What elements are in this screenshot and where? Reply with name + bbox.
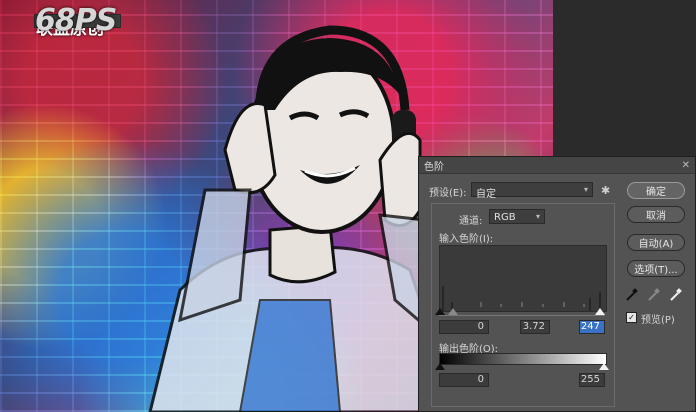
input-black-field[interactable]: 0 <box>439 320 489 334</box>
histogram-ticks <box>480 302 585 307</box>
gray-eyedropper-icon[interactable] <box>646 288 660 302</box>
input-white-field[interactable]: 247 <box>579 320 605 334</box>
input-gamma-slider[interactable] <box>448 308 458 315</box>
input-slider-track <box>439 315 605 316</box>
output-white-slider[interactable] <box>599 363 609 370</box>
white-eyedropper-icon[interactable] <box>668 288 682 302</box>
watermark-number: 68PS <box>34 6 122 36</box>
output-white-field[interactable]: 255 <box>579 373 605 387</box>
input-levels-label: 输入色阶(I): <box>439 234 494 245</box>
watermark-logo: 68PS 联盟原创 <box>34 6 122 39</box>
ok-button[interactable]: 确定 <box>627 182 685 199</box>
channel-label: 通道: <box>459 216 483 227</box>
preset-value: 自定 <box>476 189 496 200</box>
input-gamma-field[interactable]: 3.72 <box>520 320 550 334</box>
dialog-title: 色阶 <box>424 161 444 173</box>
input-white-slider[interactable] <box>595 308 605 315</box>
dialog-titlebar[interactable]: 色阶 ✕ <box>419 157 695 174</box>
output-gradient-bar <box>439 353 607 365</box>
input-black-slider[interactable] <box>435 308 445 315</box>
levels-dialog: 色阶 ✕ 预设(E): 自定 ▾ ✱ 通道: RGB ▾ 输入色阶(I): 0 … <box>418 156 696 412</box>
output-black-field[interactable]: 0 <box>439 373 489 387</box>
channel-value: RGB <box>494 212 516 223</box>
gear-icon[interactable]: ✱ <box>601 184 610 197</box>
auto-button[interactable]: 自动(A) <box>627 234 685 251</box>
chevron-down-icon: ▾ <box>535 212 540 221</box>
cancel-button[interactable]: 取消 <box>627 206 685 223</box>
preset-select[interactable]: 自定 ▾ <box>471 182 593 200</box>
output-black-slider[interactable] <box>435 363 445 370</box>
close-icon[interactable]: ✕ <box>682 160 690 171</box>
options-button[interactable]: 选项(T)... <box>627 260 685 277</box>
preset-label: 预设(E): <box>429 188 467 199</box>
channel-select[interactable]: RGB ▾ <box>489 209 545 224</box>
black-eyedropper-icon[interactable] <box>624 288 638 302</box>
preview-label: 预览(P) <box>641 315 675 326</box>
chevron-down-icon: ▾ <box>583 185 588 194</box>
preview-checkbox[interactable]: ✓ <box>626 312 637 323</box>
